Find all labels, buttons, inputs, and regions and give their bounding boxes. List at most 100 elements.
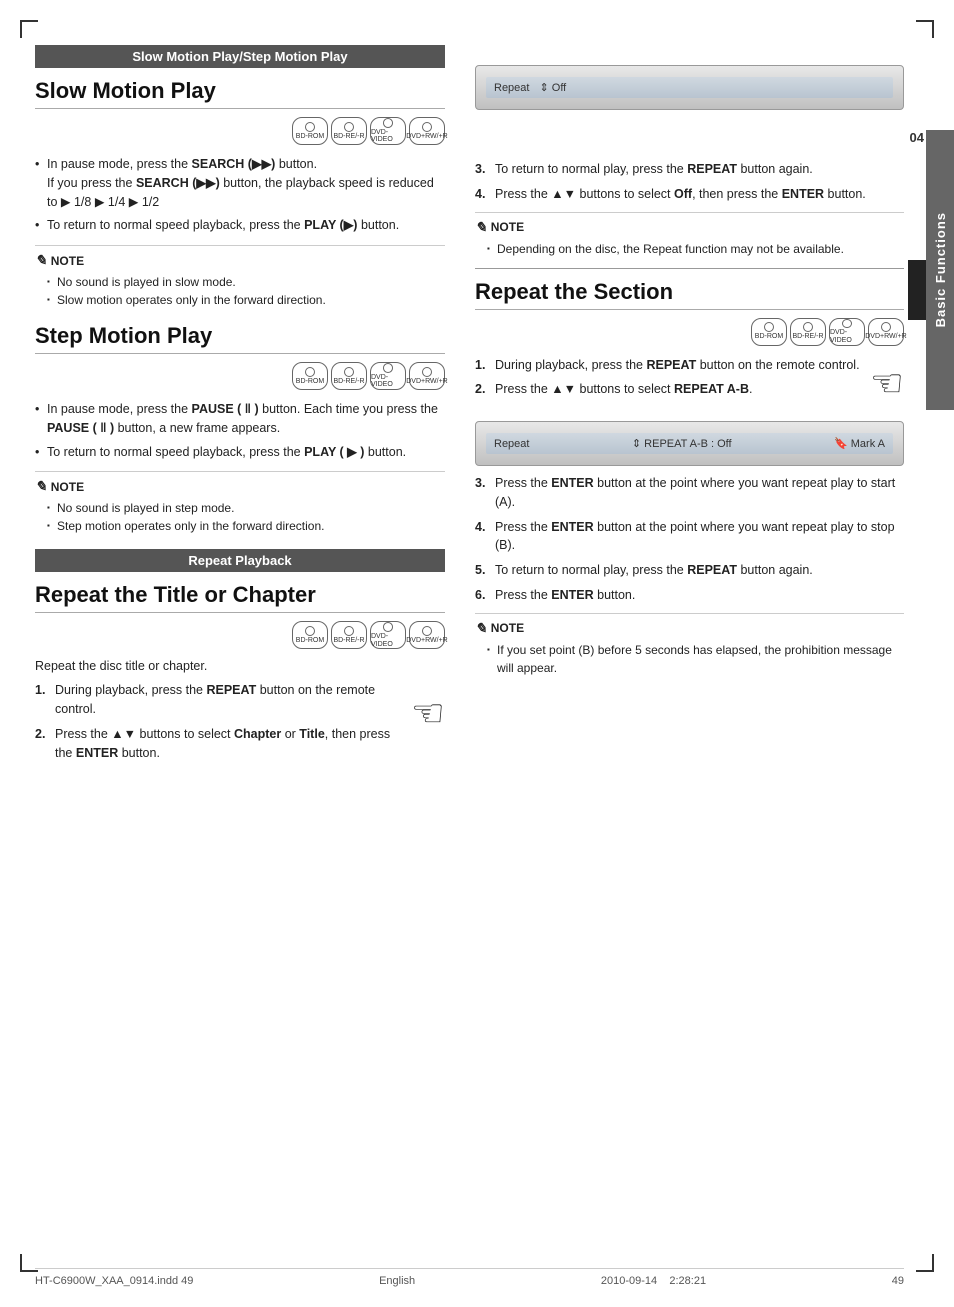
chapter-number: 04 (910, 130, 924, 145)
note-item-slow-2: Slow motion operates only in the forward… (47, 291, 445, 309)
step-text-rs1: During playback, press the REPEAT button… (495, 356, 860, 375)
screen-inner-repeat-off: Repeat ⇕ Off (486, 77, 893, 98)
step-num-r4: 4. (475, 185, 489, 204)
repeat-chapter-steps: 1. During playback, press the REPEAT but… (35, 681, 401, 768)
device-bd-rom-4: BD-ROM (751, 318, 787, 346)
device-dvd-rw-3: DVD+RW/+R (409, 621, 445, 649)
section-bar-slow-motion: Slow Motion Play/Step Motion Play (35, 45, 445, 68)
note-item-slow-1: No sound is played in slow mode. (47, 273, 445, 291)
step-text-rs4: Press the ENTER button at the point wher… (495, 518, 904, 556)
screen-ab-label: Repeat (494, 438, 529, 450)
note-icon-slow: ✎ (35, 252, 47, 269)
step-note-list: No sound is played in step mode. Step mo… (35, 499, 445, 535)
footer: HT-C6900W_XAA_0914.indd 49 English 2010-… (35, 1268, 904, 1287)
screen-ab-value: ⇕ REPEAT A-B : Off (632, 437, 732, 450)
footer-lang: English (379, 1275, 415, 1287)
note-section-right: ✎ NOTE Depending on the disc, the Repeat… (475, 212, 904, 258)
screen-mockup-ab: Repeat ⇕ REPEAT A-B : Off 🔖 Mark A (475, 421, 904, 466)
note-label-right: NOTE (491, 220, 524, 234)
step-text-2: Press the ▲▼ buttons to select Chapter o… (55, 725, 401, 763)
step-rs-6: 6. Press the ENTER button. (475, 586, 904, 605)
screen-repeat-value: ⇕ Off (539, 81, 566, 94)
step-num-rs4: 4. (475, 518, 489, 556)
repeat-section-steps: 1. During playback, press the REPEAT but… (475, 356, 862, 406)
step-num-1: 1. (35, 681, 49, 719)
note-title-slow: ✎ NOTE (35, 252, 445, 269)
repeat-chapter-section: Repeat the Title or Chapter BD-ROM BD-RE… (35, 582, 445, 776)
note-icon-right: ✎ (475, 219, 487, 236)
note-item-rs-1: If you set point (B) before 5 seconds ha… (487, 641, 904, 677)
left-column: Slow Motion Play/Step Motion Play Slow M… (35, 45, 455, 1257)
note-item-step-1: No sound is played in step mode. (47, 499, 445, 517)
corner-mark-br (916, 1254, 934, 1272)
repeat-section-block: Repeat the Section BD-ROM BD-RE/-R DVD-V… (475, 279, 904, 677)
hand-remote-icon-2: ☜ (870, 361, 904, 406)
step-motion-title: Step Motion Play (35, 323, 445, 354)
device-bd-re-r-3: BD-RE/-R (331, 621, 367, 649)
slow-motion-bullets: In pause mode, press the SEARCH (▶▶) but… (35, 155, 445, 235)
device-dvd-rw-1: DVD+RW/+R (409, 117, 445, 145)
screen-repeat-label: Repeat (494, 82, 529, 94)
bullet-slow-2: To return to normal speed playback, pres… (35, 216, 445, 235)
corner-mark-tr (916, 20, 934, 38)
screen-inner-ab: Repeat ⇕ REPEAT A-B : Off 🔖 Mark A (486, 433, 893, 454)
step-num-2: 2. (35, 725, 49, 763)
note-label-step: NOTE (51, 480, 84, 494)
step-repeat-ch-1: 1. During playback, press the REPEAT but… (35, 681, 401, 719)
note-label-slow: NOTE (51, 254, 84, 268)
slow-motion-section: Slow Motion Play BD-ROM BD-RE/-R DVD-VID… (35, 78, 445, 309)
hand-remote-icon: ☜ (411, 691, 445, 736)
step-rs-2: 2. Press the ▲▼ buttons to select REPEAT… (475, 380, 862, 399)
divider-repeat-section (475, 268, 904, 269)
note-title-rs: ✎ NOTE (475, 620, 904, 637)
screen-ab-extra: 🔖 Mark A (834, 437, 885, 450)
device-dvd-video-2: DVD-VIDEO (370, 362, 406, 390)
footer-file: HT-C6900W_XAA_0914.indd 49 (35, 1275, 193, 1287)
device-bd-rom-3: BD-ROM (292, 621, 328, 649)
page-number: 49 (892, 1275, 904, 1287)
step-motion-devices: BD-ROM BD-RE/-R DVD-VIDEO DVD+RW/+R (35, 362, 445, 390)
repeat-section-content: 1. During playback, press the REPEAT but… (475, 356, 904, 414)
note-icon-rs: ✎ (475, 620, 487, 637)
note-title-step: ✎ NOTE (35, 478, 445, 495)
device-dvd-rw-4: DVD+RW/+R (868, 318, 904, 346)
step-text-1: During playback, press the REPEAT button… (55, 681, 401, 719)
step-rs-4: 4. Press the ENTER button at the point w… (475, 518, 904, 556)
repeat-section-title: Repeat the Section (475, 279, 904, 310)
step-text-rs3: Press the ENTER button at the point wher… (495, 474, 904, 512)
note-item-right-1: Depending on the disc, the Repeat functi… (487, 240, 904, 258)
step-rs-3: 3. Press the ENTER button at the point w… (475, 474, 904, 512)
device-dvd-video-1: DVD-VIDEO (370, 117, 406, 145)
bullet-step-1: In pause mode, press the PAUSE ( ‖ ) but… (35, 400, 445, 438)
footer-date-time: 2010-09-14 2:28:21 (601, 1275, 706, 1287)
note-item-step-2: Step motion operates only in the forward… (47, 517, 445, 535)
step-repeat-ch-2: 2. Press the ▲▼ buttons to select Chapte… (35, 725, 401, 763)
device-bd-rom-2: BD-ROM (292, 362, 328, 390)
step-3-repeat-ch: 3. To return to normal play, press the R… (475, 160, 904, 179)
screen-mockup-top-wrapper: Repeat ⇕ Off (475, 65, 904, 110)
rs-note-list: If you set point (B) before 5 seconds ha… (475, 641, 904, 677)
repeat-chapter-title: Repeat the Title or Chapter (35, 582, 445, 613)
step-num-r3: 3. (475, 160, 489, 179)
device-dvd-video-3: DVD-VIDEO (370, 621, 406, 649)
device-bd-re-r-2: BD-RE/-R (331, 362, 367, 390)
step-num-rs5: 5. (475, 561, 489, 580)
step-text-r4: Press the ▲▼ buttons to select Off, then… (495, 185, 866, 204)
device-dvd-video-4: DVD-VIDEO (829, 318, 865, 346)
step-4-repeat-ch: 4. Press the ▲▼ buttons to select Off, t… (475, 185, 904, 204)
note-label-rs: NOTE (491, 621, 524, 635)
step-num-rs2: 2. (475, 380, 489, 399)
section-bar-repeat: Repeat Playback (35, 549, 445, 572)
screen-mockup-repeat-off: Repeat ⇕ Off (475, 65, 904, 110)
side-tab: Basic Functions (926, 130, 954, 410)
device-bd-re-r-4: BD-RE/-R (790, 318, 826, 346)
step-motion-bullets: In pause mode, press the PAUSE ( ‖ ) but… (35, 400, 445, 461)
side-black-bar (908, 260, 926, 320)
repeat-chapter-devices: BD-ROM BD-RE/-R DVD-VIDEO DVD+RW/+R (35, 621, 445, 649)
repeat-section-steps-2: 3. Press the ENTER button at the point w… (475, 474, 904, 605)
slow-note-list: No sound is played in slow mode. Slow mo… (35, 273, 445, 309)
slow-motion-title: Slow Motion Play (35, 78, 445, 109)
bullet-slow-1: In pause mode, press the SEARCH (▶▶) but… (35, 155, 445, 211)
device-bd-rom-1: BD-ROM (292, 117, 328, 145)
device-dvd-rw-2: DVD+RW/+R (409, 362, 445, 390)
